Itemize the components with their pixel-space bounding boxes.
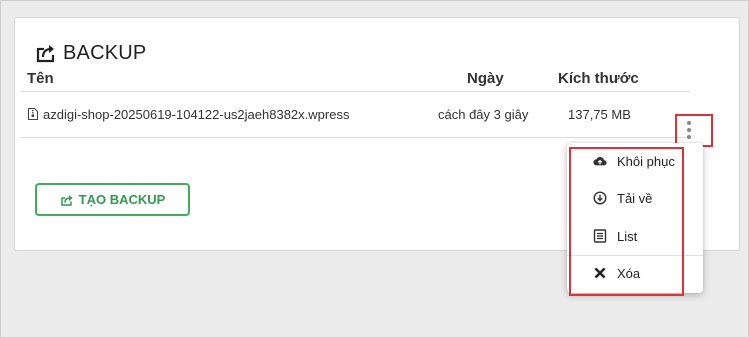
list-icon bbox=[593, 229, 607, 243]
menu-item-list[interactable]: List bbox=[567, 221, 703, 251]
context-menu: Khôi phục Tải về List Xóa bbox=[567, 143, 703, 293]
menu-item-download[interactable]: Tải về bbox=[567, 183, 703, 213]
column-header-size: Kích thước bbox=[558, 70, 639, 87]
kebab-dot bbox=[687, 121, 691, 125]
column-header-name: Tên bbox=[27, 70, 54, 87]
file-archive-icon bbox=[28, 108, 38, 120]
backup-file-date: cách đây 3 giây bbox=[438, 107, 529, 122]
section-title-text: BACKUP bbox=[63, 41, 147, 64]
section-title: BACKUP bbox=[35, 40, 146, 66]
menu-divider bbox=[567, 255, 703, 256]
kebab-dot bbox=[687, 135, 691, 139]
menu-item-download-label: Tải về bbox=[617, 190, 653, 206]
column-header-date: Ngày bbox=[467, 70, 504, 87]
table-row: azdigi-shop-20250619-104122-us2jaeh8382x… bbox=[20, 92, 690, 137]
menu-item-restore-label: Khôi phục bbox=[617, 153, 675, 169]
more-options-button[interactable] bbox=[680, 115, 698, 145]
menu-item-delete[interactable]: Xóa bbox=[567, 258, 703, 288]
create-backup-label: TẠO BACKUP bbox=[78, 192, 166, 207]
menu-item-delete-label: Xóa bbox=[617, 265, 641, 281]
download-circle-icon bbox=[593, 191, 607, 205]
create-backup-button[interactable]: TẠO BACKUP bbox=[35, 183, 190, 216]
row-divider bbox=[20, 137, 690, 138]
close-icon bbox=[594, 267, 606, 279]
backup-file-size: 137,75 MB bbox=[568, 107, 631, 122]
export-icon bbox=[60, 194, 73, 206]
kebab-dot bbox=[687, 128, 691, 132]
table-header: Tên Ngày Kích thước bbox=[20, 67, 690, 91]
cloud-upload-icon bbox=[593, 156, 607, 166]
export-icon bbox=[36, 45, 55, 63]
backup-file-name: azdigi-shop-20250619-104122-us2jaeh8382x… bbox=[43, 107, 350, 122]
menu-item-restore[interactable]: Khôi phục bbox=[567, 146, 703, 176]
menu-item-list-label: List bbox=[617, 228, 638, 244]
